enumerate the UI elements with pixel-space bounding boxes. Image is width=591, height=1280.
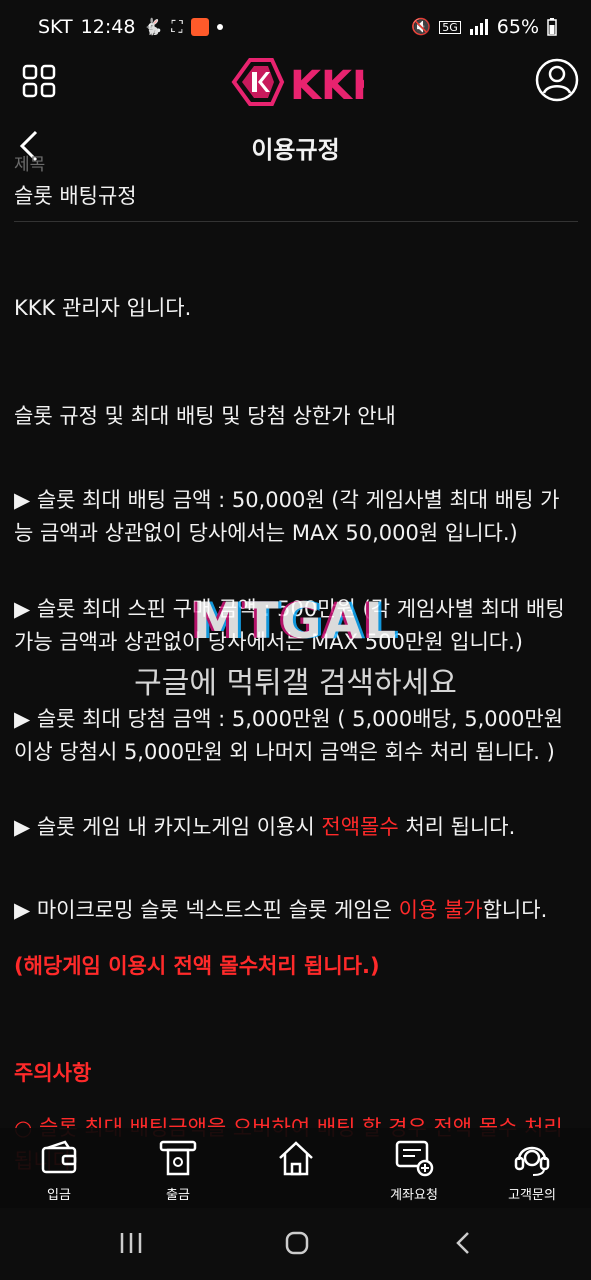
watermark-text: 구글에 먹튀갤 검색하세요	[134, 666, 457, 701]
atm-withdraw-icon	[159, 1140, 197, 1176]
back-nav-icon[interactable]	[452, 1230, 474, 1256]
subject-field-label: 제목	[14, 155, 46, 175]
mute-icon: 🔇	[411, 17, 432, 36]
nav-account-request-label: 계좌요청	[390, 1188, 438, 1203]
rabbit-icon: 🐇	[143, 17, 164, 36]
rule-restricted-highlight: 이용 불가	[398, 898, 483, 922]
rule-max-win: ▶ 슬롯 최대 당첨 금액 : 5,000만원 ( 5,000배당, 5,000…	[14, 707, 564, 764]
divider	[14, 221, 578, 222]
nav-account-request[interactable]: 계좌요청	[364, 1138, 464, 1203]
home-nav-icon[interactable]	[284, 1230, 310, 1256]
rule-restricted-note: (해당게임 이용시 전액 몰수처리 됩니다.)	[14, 954, 380, 978]
page-title: 이용규정	[251, 136, 340, 164]
home-icon	[279, 1141, 313, 1176]
rule-max-bet: ▶ 슬롯 최대 배팅 금액 : 50,000원 (각 게임사별 최대 배팅 가능…	[14, 488, 560, 545]
nav-withdraw-label: 출금	[166, 1188, 190, 1203]
screenshot-icon: ⛶	[171, 17, 183, 36]
nav-support-label: 고객문의	[508, 1188, 556, 1203]
carrier-label: SKT	[38, 16, 73, 38]
signal-icon	[469, 19, 488, 35]
nav-deposit-label: 입금	[47, 1188, 71, 1203]
battery-percent: 65%	[496, 16, 539, 38]
top-nav: KKK	[0, 56, 591, 109]
aliexpress-icon	[190, 18, 209, 36]
rule-casino-text: ▶ 슬롯 게임 내 카지노게임 이용시	[14, 815, 322, 839]
paragraph-intro: KKK 관리자 입니다.	[14, 296, 192, 320]
paragraph-notice-title: 슬롯 규정 및 최대 배팅 및 당첨 상한가 안내	[14, 404, 396, 428]
android-nav-bar	[0, 1208, 591, 1280]
clock-label: 12:48	[80, 16, 136, 38]
nav-deposit[interactable]: 입금	[9, 1138, 109, 1203]
battery-icon	[547, 18, 557, 36]
headset-support-icon	[514, 1146, 550, 1176]
rule-max-spin-purchase: ▶ 슬롯 최대 스핀 구매 금액 : 500만원 (각 게임사별 최대 배팅 가…	[14, 597, 565, 654]
post-title: 슬롯 배팅규정	[14, 184, 137, 208]
bottom-nav: 입금 출금 계좌요청 고객문의	[0, 1128, 591, 1208]
recent-apps-icon[interactable]	[118, 1230, 144, 1256]
nav-withdraw[interactable]: 출금	[128, 1138, 228, 1203]
status-bar: SKT 12:48 🐇 ⛶ 🔇 5G 65%	[0, 0, 591, 56]
rule-restricted-games: ▶ 마이크로밍 슬롯 넥스트스핀 슬롯 게임은 이용 불가합니다.	[14, 894, 578, 927]
rule-restricted-text: ▶ 마이크로밍 슬롯 넥스트스핀 슬롯 게임은	[14, 898, 399, 922]
notice-heading: 주의사항	[14, 1061, 92, 1085]
network-type-icon: 5G	[439, 20, 461, 34]
user-account-icon[interactable]	[535, 58, 579, 102]
notification-dot-icon	[216, 24, 223, 30]
rule-casino-highlight: 전액몰수	[321, 815, 399, 839]
nav-support[interactable]: 고객문의	[482, 1138, 582, 1203]
rule-restricted-suffix: 합니다.	[482, 898, 548, 922]
rule-casino-game: ▶ 슬롯 게임 내 카지노게임 이용시 전액몰수 처리 됩니다.	[14, 811, 578, 844]
account-request-icon	[395, 1140, 434, 1177]
rule-casino-suffix: 처리 됩니다.	[398, 815, 516, 839]
wallet-icon	[41, 1140, 77, 1174]
brand-logo[interactable]: KKK	[228, 52, 364, 112]
logo-text: KKK	[290, 63, 364, 109]
menu-grid-icon[interactable]	[22, 64, 56, 98]
title-bar: 이용규정	[0, 118, 591, 174]
nav-home[interactable]	[246, 1138, 346, 1178]
